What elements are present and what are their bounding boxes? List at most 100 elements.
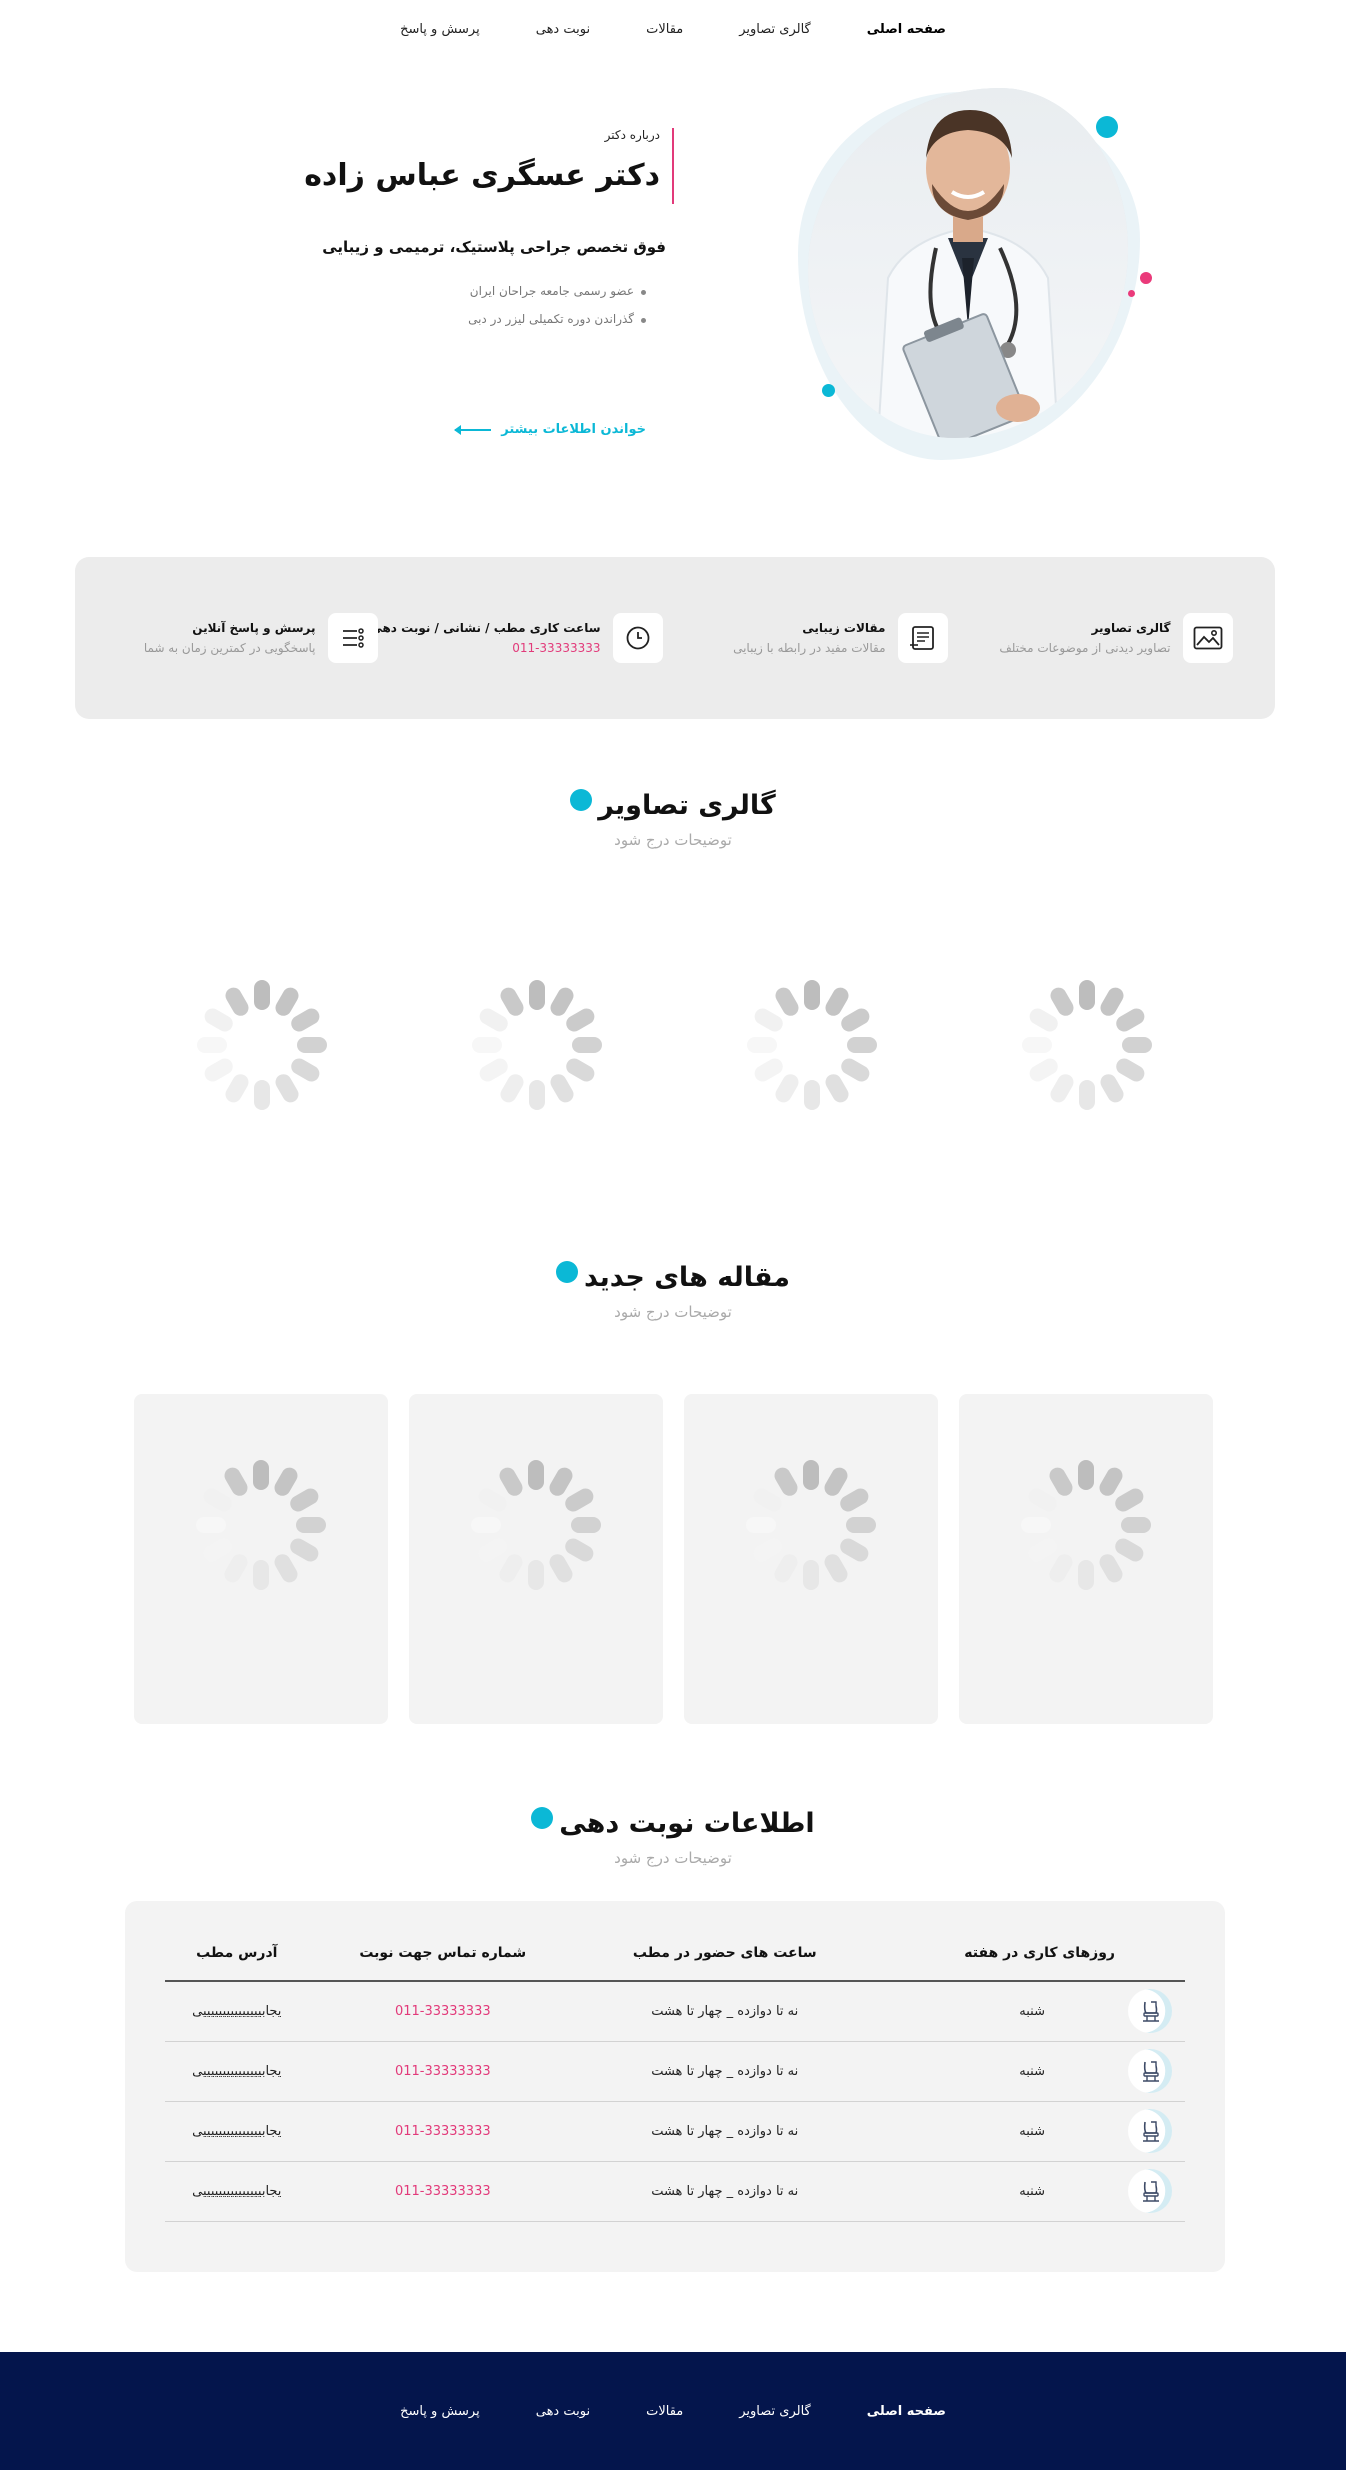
credentials-list: عضو رسمی جامعه جراحان ایران گذراندن دوره… (468, 284, 646, 340)
footer-nav-gallery[interactable]: گالری تصاویر (739, 2404, 811, 2419)
feature-gallery[interactable]: گالری تصاویر تصاویر دیدنی از موضوعات مخت… (973, 613, 1233, 663)
doctor-name: دکتر عسگری عباس زاده (304, 158, 660, 193)
nav-appointment[interactable]: نوبت دهی (536, 22, 590, 37)
nav-gallery[interactable]: گالری تصاویر (739, 22, 811, 37)
doctor-specialty: فوق تخصص جراحی پلاستیک، ترمیمی و زیبایی (322, 238, 666, 256)
cell-day: شنبه (872, 2161, 1115, 2222)
dental-chair-icon (1128, 2049, 1172, 2093)
gallery-grid (0, 980, 1346, 1120)
cell-day: شنبه (872, 2101, 1115, 2162)
hero-section: درباره دکتر دکتر عسگری عباس زاده فوق تخص… (0, 80, 1346, 480)
column-header-address: آدرس مطب (165, 1925, 309, 1982)
footer-nav-appointment[interactable]: نوبت دهی (536, 2404, 590, 2419)
appointment-table-card: روزهای کاری در هفته ساعت های حضور در مطب… (125, 1901, 1225, 2272)
table-row: شنبه نه تا دوازده _ چهار تا هشت 011-3333… (165, 2041, 1185, 2102)
article-card[interactable] (409, 1394, 663, 1724)
feature-hours[interactable]: ساعت کاری مطب / نشانی / نوبت دهی 011-333… (370, 613, 663, 663)
feature-subtitle: پاسخگویی در کمترین زمان به شما (143, 641, 316, 655)
appointment-heading: اطلاعات نوبت دهی توضیحات درج شود (0, 1806, 1346, 1867)
cell-hours: نه تا دوازده _ چهار تا هشت (576, 2161, 873, 2222)
cell-hours: نه تا دوازده _ چهار تا هشت (576, 2041, 873, 2102)
read-more-label: خواندن اطلاعات بیشتر (501, 422, 646, 437)
loading-spinner-icon (746, 1460, 876, 1590)
cell-hours: نه تا دوازده _ چهار تا هشت (576, 1981, 873, 2042)
articles-grid (0, 1394, 1346, 1726)
top-nav: صفحه اصلی گالری تصاویر مقالات نوبت دهی پ… (0, 0, 1346, 58)
feature-title: ساعت کاری مطب / نشانی / نوبت دهی (370, 621, 601, 635)
arrow-left-icon (454, 424, 492, 435)
nav-articles[interactable]: مقالات (646, 22, 683, 37)
cell-address: یجابیییییییییییییییی (165, 1981, 309, 2042)
credential-item: گذراندن دوره تکمیلی لیزر در دبی (468, 312, 646, 326)
gallery-heading: گالری تصاویر توضیحات درج شود (0, 788, 1346, 849)
footer: صفحه اصلی گالری تصاویر مقالات نوبت دهی پ… (0, 2352, 1346, 2470)
decor-dot (1096, 116, 1118, 138)
cell-address: یجابیییییییییییییییی (165, 2041, 309, 2102)
nav-faq[interactable]: پرسش و پاسخ (400, 22, 480, 37)
section-title: اطلاعات نوبت دهی (559, 1808, 815, 1839)
loading-spinner-icon (196, 1460, 326, 1590)
column-header-days: روزهای کاری در هفته (872, 1925, 1115, 1982)
loading-spinner-icon (1021, 1460, 1151, 1590)
read-more-link[interactable]: خواندن اطلاعات بیشتر (454, 422, 646, 437)
feature-title: پرسش و پاسخ آنلاین (192, 621, 316, 635)
decor-dot (1128, 290, 1135, 297)
dental-chair-icon (1128, 2169, 1172, 2213)
dental-chair-icon (1128, 2109, 1172, 2153)
section-subtitle: توضیحات درج شود (614, 831, 732, 849)
doctor-photo (808, 88, 1128, 438)
hero-eyebrow: درباره دکتر (604, 128, 660, 142)
feature-title: مقالات زیبایی (802, 621, 886, 635)
feature-faq[interactable]: پرسش و پاسخ آنلاین پاسخگویی در کمترین زم… (118, 613, 378, 663)
cell-phone[interactable]: 011-33333333 (308, 2041, 577, 2102)
feature-subtitle: تصاویر دیدنی از موضوعات مختلف (999, 641, 1171, 655)
section-title: مقاله های جدید (584, 1262, 790, 1293)
cell-phone[interactable]: 011-33333333 (308, 2161, 577, 2222)
title-dot-icon (556, 1260, 578, 1283)
table-row: شنبه نه تا دوازده _ چهار تا هشت 011-3333… (165, 2101, 1185, 2162)
articles-heading: مقاله های جدید توضیحات درج شود (0, 1260, 1346, 1321)
table-header-row: روزهای کاری در هفته ساعت های حضور در مطب… (165, 1925, 1185, 1982)
list-icon (327, 613, 378, 663)
appointment-table: روزهای کاری در هفته ساعت های حضور در مطب… (165, 1925, 1185, 2222)
column-header-phone: شماره تماس جهت نوبت (308, 1925, 577, 1982)
image-icon (1182, 613, 1233, 663)
document-icon (897, 613, 948, 663)
features-strip: گالری تصاویر تصاویر دیدنی از موضوعات مخت… (75, 557, 1275, 719)
cell-phone[interactable]: 011-33333333 (308, 2101, 577, 2162)
title-dot-icon (570, 788, 593, 811)
feature-title: گالری تصاویر (1091, 621, 1171, 635)
cell-day: شنبه (872, 1981, 1115, 2042)
cell-day: شنبه (872, 2041, 1115, 2102)
footer-nav-faq[interactable]: پرسش و پاسخ (400, 2404, 480, 2419)
table-row: شنبه نه تا دوازده _ چهار تا هشت 011-3333… (165, 2161, 1185, 2222)
table-row: شنبه نه تا دوازده _ چهار تا هشت 011-3333… (165, 1981, 1185, 2042)
feature-articles[interactable]: مقالات زیبایی مقالات مفید در رابطه با زی… (688, 613, 948, 663)
article-card[interactable] (959, 1394, 1213, 1724)
nav-home[interactable]: صفحه اصلی (867, 22, 946, 37)
clock-icon (612, 613, 663, 663)
decor-dot (1140, 272, 1152, 284)
footer-nav-home[interactable]: صفحه اصلی (867, 2404, 946, 2419)
cell-address: یجابیییییییییییییییی (165, 2101, 309, 2162)
credential-item: عضو رسمی جامعه جراحان ایران (468, 284, 646, 298)
appointment-table-body: شنبه نه تا دوازده _ چهار تا هشت 011-3333… (165, 1981, 1185, 2222)
article-card[interactable] (684, 1394, 938, 1724)
feature-phone: 011-33333333 (512, 641, 601, 655)
loading-spinner-icon (197, 980, 327, 1110)
decor-dot (822, 384, 835, 397)
article-card[interactable] (134, 1394, 388, 1724)
section-title: گالری تصاویر (598, 790, 776, 821)
hero-accent-bar (672, 128, 674, 204)
loading-spinner-icon (1022, 980, 1152, 1110)
loading-spinner-icon (472, 980, 602, 1110)
title-dot-icon (531, 1806, 554, 1829)
dental-chair-icon (1128, 1989, 1172, 2034)
feature-subtitle: مقالات مفید در رابطه با زیبایی (733, 641, 886, 655)
loading-spinner-icon (747, 980, 877, 1110)
column-header-hours: ساعت های حضور در مطب (576, 1925, 873, 1982)
cell-phone[interactable]: 011-33333333 (308, 1981, 577, 2042)
section-subtitle: توضیحات درج شود (614, 1303, 732, 1321)
footer-nav-articles[interactable]: مقالات (646, 2404, 683, 2419)
loading-spinner-icon (471, 1460, 601, 1590)
